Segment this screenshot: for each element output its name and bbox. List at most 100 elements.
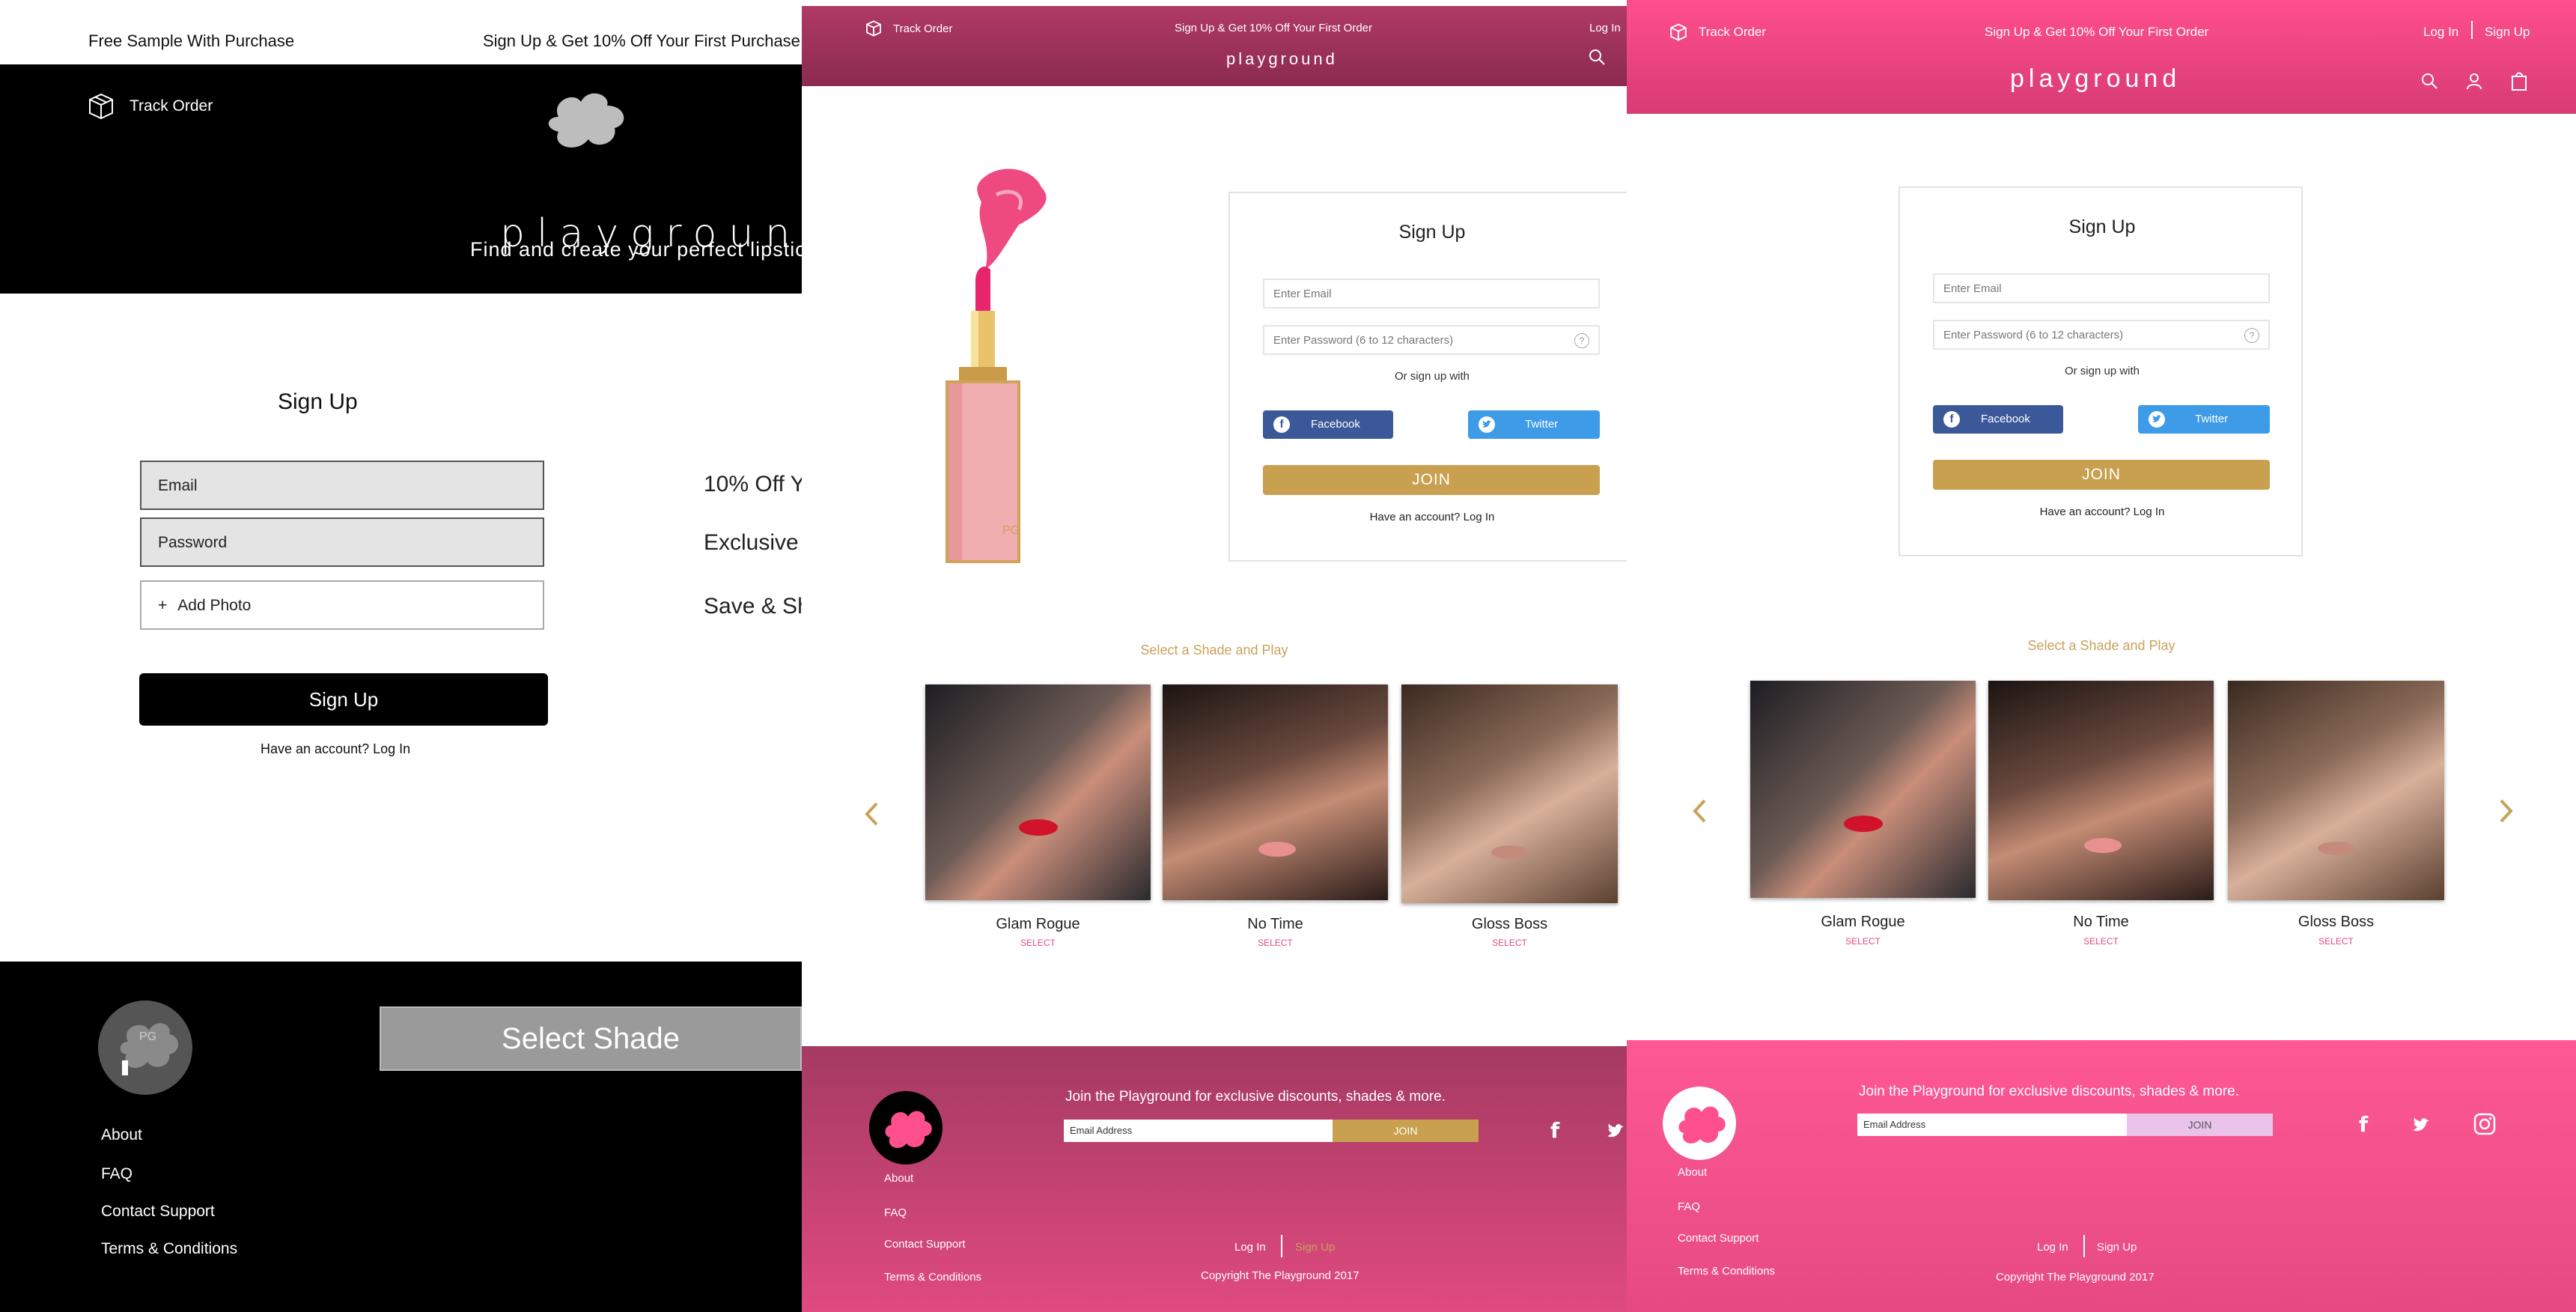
section-title: Select a Shade and Play <box>2027 638 2175 653</box>
newsletter-join-button[interactable]: JOIN <box>1333 1120 1479 1142</box>
footer-signup-link[interactable]: Sign Up <box>2097 1241 2137 1254</box>
twitter-label: Twitter <box>2195 413 2229 425</box>
footer-divider <box>1281 1235 1282 1257</box>
shade-photo-gloss-boss[interactable] <box>2228 681 2444 900</box>
track-order-link[interactable]: Track Order <box>86 91 213 121</box>
signup-button[interactable]: Sign Up <box>139 673 548 726</box>
chevron-left-icon[interactable] <box>863 801 880 827</box>
password-input[interactable]: Enter Password (6 to 12 characters) ? <box>1263 325 1600 355</box>
shade-select[interactable]: SELECT <box>925 938 1151 948</box>
footer: Join the Playground for exclusive discou… <box>1627 1040 2576 1312</box>
signup-title: Sign Up <box>1398 222 1466 243</box>
footer-link-faq[interactable]: FAQ <box>101 1165 133 1183</box>
logo-wordmark: playground <box>2010 64 2181 93</box>
help-icon[interactable]: ? <box>2244 328 2259 343</box>
shade-photo-gloss-boss[interactable] <box>1401 684 1618 903</box>
facebook-button[interactable]: f Facebook <box>1263 410 1393 439</box>
footer-logo <box>869 1091 943 1164</box>
footer-link-contact[interactable]: Contact Support <box>101 1203 215 1221</box>
signup-link[interactable]: Sign Up <box>2485 25 2530 40</box>
instagram-icon[interactable] <box>2473 1112 2497 1136</box>
footer-link-terms[interactable]: Terms & Conditions <box>884 1271 981 1284</box>
track-order-link[interactable]: Track Order <box>865 19 952 37</box>
track-order-label: Track Order <box>1699 25 1767 39</box>
twitter-icon[interactable] <box>1604 1121 1627 1141</box>
lips-decor <box>2318 842 2355 855</box>
shade-select[interactable]: SELECT <box>1988 936 2214 947</box>
facebook-icon[interactable]: f <box>1550 1118 1559 1143</box>
chevron-right-icon[interactable] <box>2498 798 2515 824</box>
design-panel-pink: Track Order Sign Up & Get 10% Off Your F… <box>1627 0 2576 1312</box>
lips-decor <box>1491 845 1529 859</box>
password-field[interactable]: Password <box>140 517 544 567</box>
facebook-button[interactable]: f Facebook <box>1933 405 2063 434</box>
newsletter-email-input[interactable]: Email Address <box>1857 1114 2131 1136</box>
help-icon[interactable]: ? <box>1574 333 1589 348</box>
select-shade-button[interactable]: Select Shade <box>380 1006 802 1071</box>
shade-select[interactable]: SELECT <box>1401 938 1618 948</box>
login-link[interactable]: Log In <box>2423 25 2458 40</box>
facebook-label: Facebook <box>1311 418 1360 431</box>
shade-photo-no-time[interactable] <box>1163 684 1388 900</box>
hero-banner: Track Order playground Find and create y… <box>0 64 802 294</box>
footer-link-contact[interactable]: Contact Support <box>884 1238 965 1251</box>
track-order-label: Track Order <box>893 22 953 35</box>
header-divider <box>2471 21 2473 39</box>
twitter-button[interactable]: Twitter <box>2138 405 2270 434</box>
shade-select[interactable]: SELECT <box>1750 936 1976 947</box>
user-icon[interactable] <box>2465 72 2483 90</box>
footer-link-about[interactable]: About <box>1678 1166 1707 1179</box>
have-account-link[interactable]: Have an account? Log In <box>261 741 410 757</box>
benefit-3: Save & Sh <box>704 594 802 619</box>
newsletter-email-input[interactable]: Email Address <box>1064 1120 1338 1142</box>
promo-right: Sign Up & Get 10% Off Your First Purchas… <box>483 31 800 50</box>
footer-link-terms[interactable]: Terms & Conditions <box>101 1240 237 1258</box>
shade-photo-no-time[interactable] <box>1988 681 2214 900</box>
footer-link-about[interactable]: About <box>884 1172 913 1185</box>
shade-photo-glam-rogue[interactable] <box>1750 681 1976 898</box>
footer-link-faq[interactable]: FAQ <box>1678 1200 1700 1213</box>
search-icon[interactable] <box>1588 48 1606 66</box>
footer: PG Select Shade About FAQ Contact Suppor… <box>0 962 802 1312</box>
footer-login-link[interactable]: Log In <box>1234 1241 1266 1254</box>
footer-login-link[interactable]: Log In <box>2037 1241 2068 1254</box>
email-field[interactable]: Email <box>140 461 544 510</box>
facebook-icon[interactable]: f <box>2359 1112 2368 1137</box>
track-order-link[interactable]: Track Order <box>1669 22 1766 42</box>
facebook-icon: f <box>1943 411 1960 428</box>
signup-card: Sign Up Enter Email Enter Password (6 to… <box>1228 192 1627 562</box>
shade-select[interactable]: SELECT <box>2228 936 2444 947</box>
shade-photo-glam-rogue[interactable] <box>925 684 1151 900</box>
twitter-button[interactable]: Twitter <box>1468 410 1600 439</box>
password-placeholder: Enter Password (6 to 12 characters) <box>1943 329 2124 341</box>
newsletter-join-button[interactable]: JOIN <box>2127 1114 2273 1136</box>
footer-signup-link[interactable]: Sign Up <box>1295 1241 1335 1254</box>
have-account-link[interactable]: Have an account? Log In <box>1900 505 2304 518</box>
twitter-label: Twitter <box>1525 418 1559 431</box>
shade-name: Gloss Boss <box>2298 914 2375 930</box>
shade-select[interactable]: SELECT <box>1163 938 1388 948</box>
join-button[interactable]: JOIN <box>1263 465 1600 495</box>
footer-link-contact[interactable]: Contact Support <box>1678 1232 1759 1245</box>
password-input[interactable]: Enter Password (6 to 12 characters) ? <box>1933 320 2270 350</box>
benefit-2: Exclusive <box>704 530 799 555</box>
have-account-link[interactable]: Have an account? Log In <box>1230 511 1627 523</box>
join-button[interactable]: JOIN <box>1933 460 2270 490</box>
email-input[interactable]: Enter Email <box>1933 273 2270 303</box>
footer-link-faq[interactable]: FAQ <box>884 1206 907 1219</box>
tagline: Find and create your perfect lipstick <box>470 238 802 261</box>
wireframe-panel: Free Sample With Purchase Sign Up & Get … <box>0 0 802 1312</box>
twitter-icon[interactable] <box>2410 1115 2432 1135</box>
footer-link-terms[interactable]: Terms & Conditions <box>1678 1265 1775 1278</box>
login-link[interactable]: Log In <box>1589 22 1621 34</box>
email-input[interactable]: Enter Email <box>1263 279 1600 309</box>
footer-logo <box>1663 1087 1736 1160</box>
search-icon[interactable] <box>2420 72 2438 90</box>
signup-title: Sign Up <box>2068 216 2136 237</box>
copyright: Copyright The Playground 2017 <box>1996 1271 2155 1284</box>
cart-icon[interactable] <box>2510 70 2528 91</box>
chevron-left-icon[interactable] <box>1691 798 1708 824</box>
copyright: Copyright The Playground 2017 <box>1201 1269 1359 1282</box>
add-photo-field[interactable]: + Add Photo <box>140 580 544 630</box>
footer-link-about[interactable]: About <box>101 1126 142 1144</box>
